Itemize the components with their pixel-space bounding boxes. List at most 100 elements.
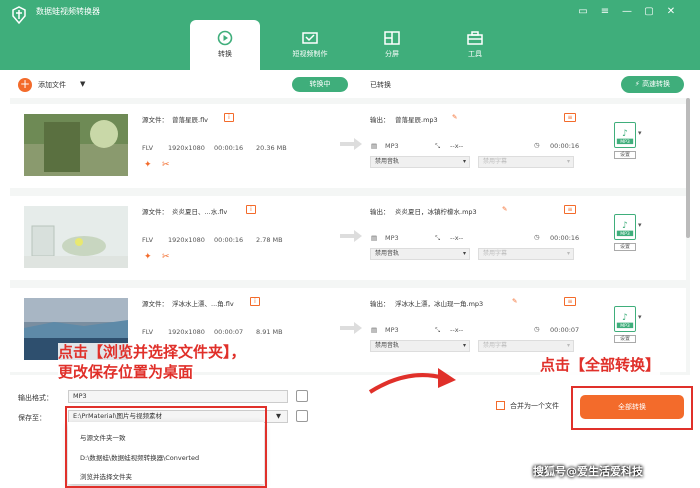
svg-text:♪: ♪ [622,313,628,323]
output-format-label: 输出格式： [18,394,53,402]
toolbox-icon [467,31,483,45]
video-thumbnail[interactable] [24,206,128,268]
highlight-box-convert-all [571,386,693,430]
subtitle-select: 禁用字幕 ▾ [478,248,574,260]
arrow-right-icon [340,230,362,242]
red-arrow-icon [368,368,456,394]
arrow-right-icon [340,138,362,150]
tab-converted[interactable]: 已转换 [370,80,391,90]
source-filename: 炎炎夏日、...水.flv [172,208,228,216]
output-duration: 00:00:16 [550,234,580,242]
source-duration: 00:00:07 [214,328,244,336]
compress-icon[interactable]: ≡ [564,297,576,306]
format-icon: ▤ [371,142,378,150]
resize-icon: ⤡ [435,142,441,150]
info-icon[interactable]: i [246,205,256,214]
fast-convert-label: 高速转换 [642,80,671,88]
video-thumbnail[interactable] [24,114,128,176]
rename-icon[interactable]: ✎ [512,297,517,305]
convert-icon [217,30,233,46]
info-icon[interactable]: i [224,113,234,122]
mp3-icon-label: MP3 [620,323,630,329]
svg-text:♪: ♪ [622,221,628,231]
mp3-format-icon[interactable]: ♪ MP3 [614,122,636,148]
format-icon: ▤ [371,326,378,334]
mp3-icon-label: MP3 [620,139,630,145]
source-filename: 浮冰水上漂、...角.flv [172,300,234,308]
annotation-convert-all: 点击【全部转换】 [540,356,661,375]
source-format: FLV [142,328,154,336]
app-title: 数据蛙视频转换器 [36,7,100,16]
merge-checkbox[interactable] [496,401,505,410]
output-label: 输出： [370,208,390,216]
rename-icon[interactable]: ✎ [452,113,457,121]
source-format: FLV [142,236,154,244]
source-filename: 曾落星辰.flv [172,116,209,124]
menu-icon[interactable]: ≡ [598,5,612,19]
audio-track-value: 禁用音轨 [375,342,400,349]
format-icon: ▤ [371,234,378,242]
output-resolution: --x-- [450,326,464,334]
feedback-icon[interactable]: ▭ [576,5,590,19]
tab-short-video[interactable]: 短视频制作 [275,20,345,70]
compress-icon[interactable]: ≡ [564,113,576,122]
add-file-dropdown-icon[interactable]: ▼ [80,80,85,88]
add-file-icon[interactable]: + [18,78,32,92]
mp3-format-icon[interactable]: ♪ MP3 [614,214,636,240]
audio-track-select[interactable]: 禁用音轨 ▾ [370,248,470,260]
settings-button[interactable]: 设置 [614,335,636,343]
effect-icon[interactable]: ✦ [144,252,152,262]
audio-track-select[interactable]: 禁用音轨 ▾ [370,156,470,168]
output-filename: 炎炎夏日，冰镇柠檬水.mp3 [395,208,477,216]
output-resolution: --x-- [450,142,464,150]
save-to-label: 保存至： [18,414,46,422]
output-format: MP3 [385,142,399,150]
app-logo-icon [12,6,26,24]
audio-track-select[interactable]: 禁用音轨 ▾ [370,340,470,352]
format-dropdown-icon[interactable]: ▾ [638,221,642,229]
output-format-select[interactable]: MP3 [68,390,288,403]
close-icon[interactable]: ✕ [664,5,678,19]
info-icon[interactable]: i [250,297,260,306]
tab-tools[interactable]: 工具 [440,20,510,70]
source-size: 8.91 MB [256,328,283,336]
audio-track-value: 禁用音轨 [375,250,400,257]
tab-split-label: 分屏 [385,50,399,58]
mp3-format-icon[interactable]: ♪ MP3 [614,306,636,332]
settings-button[interactable]: 设置 [614,243,636,251]
effect-icon[interactable]: ✦ [144,160,152,170]
tab-split-screen[interactable]: 分屏 [357,20,427,70]
fast-convert-button[interactable]: ⚡ 高速转换 [621,76,684,93]
tab-converting[interactable]: 转换中 [292,77,348,92]
add-file-button[interactable]: 添加文件 [38,80,66,90]
cut-icon[interactable]: ✂ [162,252,170,262]
source-resolution: 1920x1080 [168,144,205,152]
source-resolution: 1920x1080 [168,236,205,244]
format-dropdown-icon[interactable]: ▾ [638,313,642,321]
maximize-icon[interactable]: ▢ [642,5,656,19]
tab-convert[interactable]: 转换 [190,20,260,70]
output-filename: 曾落星辰.mp3 [395,116,438,124]
cut-icon[interactable]: ✂ [162,160,170,170]
subtitle-value: 禁用字幕 [483,342,508,349]
output-label: 输出： [370,116,390,124]
clock-icon: ◷ [534,325,540,333]
save-path-dropdown-icon[interactable]: ▼ [276,411,281,422]
list-item: 源文件： 曾落星辰.flv i FLV 1920x1080 00:00:16 2… [10,104,686,188]
video-icon [302,32,318,44]
format-settings-icon[interactable] [296,390,308,402]
open-folder-icon[interactable] [296,410,308,422]
scrollbar[interactable] [686,98,690,238]
compress-icon[interactable]: ≡ [564,205,576,214]
output-format: MP3 [385,234,399,242]
minimize-icon[interactable]: — [620,5,634,19]
settings-button[interactable]: 设置 [614,151,636,159]
output-duration: 00:00:07 [550,326,580,334]
tab-short-video-label: 短视频制作 [292,50,328,58]
title-bar: 数据蛙视频转换器 ▭ ≡ — ▢ ✕ 转换 短视频制作 分屏 工具 [0,0,700,70]
subtitle-select: 禁用字幕 ▾ [478,340,574,352]
format-dropdown-icon[interactable]: ▾ [638,129,642,137]
output-resolution: --x-- [450,234,464,242]
rename-icon[interactable]: ✎ [502,205,507,213]
source-duration: 00:00:16 [214,144,244,152]
